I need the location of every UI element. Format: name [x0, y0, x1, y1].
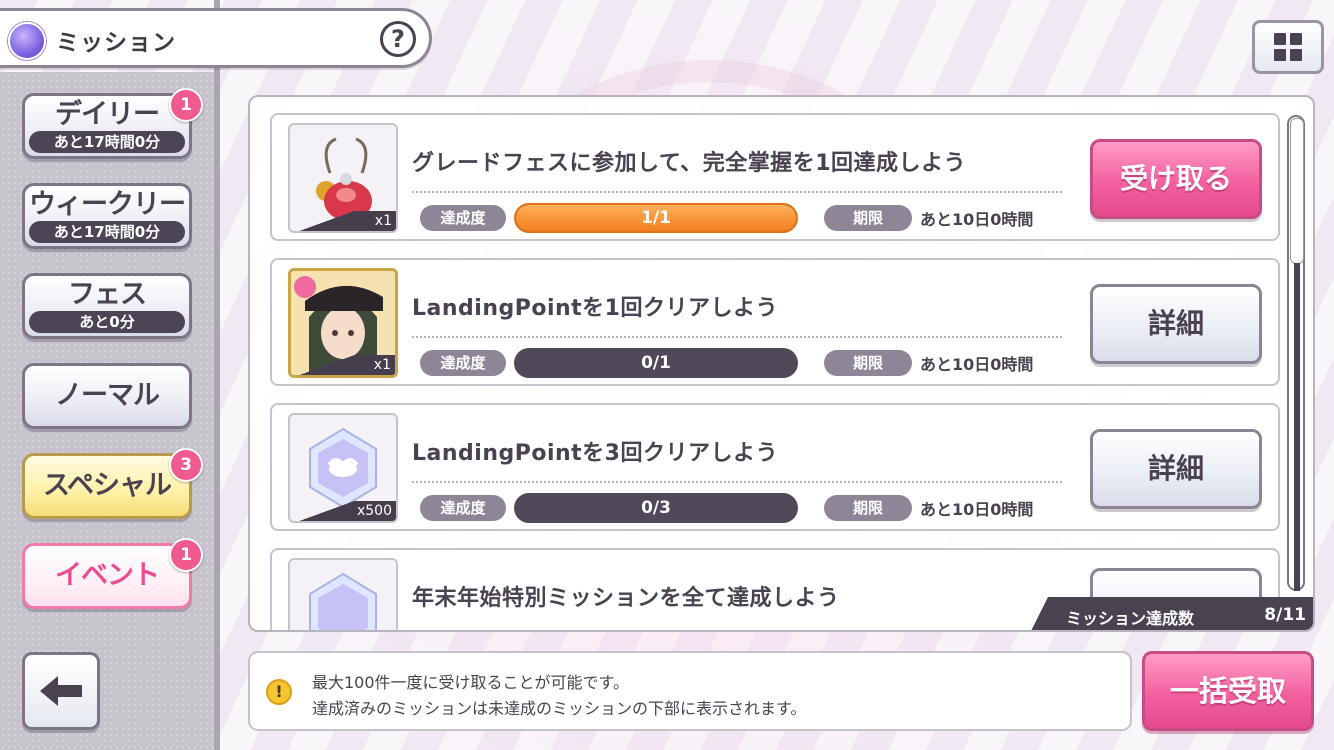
reward-thumbnail: x1 — [288, 123, 398, 233]
tab-normal-label: ノーマル — [55, 380, 160, 411]
tab-fes-label: フェス — [68, 279, 147, 310]
deadline-value: あと10日0時間 — [920, 210, 1034, 229]
info-line-2: 達成済みのミッションは未達成のミッションの下部に表示されます。 — [312, 699, 807, 718]
tab-weekly-label: ウィークリー — [29, 189, 186, 220]
crystal-gem-icon — [309, 572, 377, 630]
progress-label: 達成度 — [420, 350, 506, 376]
tab-special[interactable]: スペシャル 3 — [22, 448, 203, 519]
scrollbar-track — [1294, 263, 1300, 591]
divider — [412, 191, 1062, 193]
tab-weekly-time: あと17時間0分 — [29, 221, 185, 243]
progress-text: 0/1 — [641, 353, 671, 373]
tab-event-badge: 1 — [169, 538, 203, 572]
progress-text: 1/1 — [641, 208, 671, 228]
mission-title: 年末年始特別ミッションを全て達成しよう — [412, 586, 840, 611]
completion-counter: ミッション達成数 8/11 — [1030, 597, 1313, 630]
mission-card: x1 グレードフェスに参加して、完全掌握を1回達成しよう 達成度 1/1 期限 … — [270, 113, 1280, 241]
tab-daily-time: あと17時間0分 — [29, 131, 185, 153]
deadline-label: 期限 — [824, 495, 912, 521]
details-button[interactable]: 詳細 — [1090, 429, 1262, 509]
progress-text: 0/3 — [641, 498, 671, 518]
mission-title: LandingPointを3回クリアしよう — [412, 441, 778, 466]
sidebar-edge — [214, 0, 220, 750]
warning-icon: ! — [266, 679, 292, 705]
mission-card: x1 LandingPointを1回クリアしよう 達成度 0/1 期限 あと10… — [270, 258, 1280, 386]
deadline-label: 期限 — [824, 205, 912, 231]
back-button[interactable] — [22, 652, 100, 730]
info-line-1: 最大100件一度に受け取ることが可能です。 — [312, 673, 629, 692]
progress-bar: 1/1 — [514, 203, 798, 233]
mission-card: x500 LandingPointを3回クリアしよう 達成度 0/3 期限 あと… — [270, 403, 1280, 531]
tab-special-label: スペシャル — [42, 470, 172, 501]
progress-bar: 0/3 — [514, 493, 798, 523]
tab-daily-badge: 1 — [169, 88, 203, 122]
receive-button[interactable]: 受け取る — [1090, 139, 1262, 219]
progress-label: 達成度 — [420, 205, 506, 231]
progress-bar: 0/1 — [514, 348, 798, 378]
page-title: ミッション — [56, 30, 176, 56]
mission-icon — [8, 22, 46, 60]
bulk-receive-button[interactable]: 一括受取 — [1142, 651, 1314, 731]
deadline-label: 期限 — [824, 350, 912, 376]
tab-special-badge: 3 — [169, 448, 203, 482]
tab-daily-label: デイリー — [55, 99, 160, 130]
tab-fes-time: あと0分 — [29, 311, 185, 333]
divider — [412, 336, 1062, 338]
info-box: ! 最大100件一度に受け取ることが可能です。 達成済みのミッションは未達成のミ… — [248, 651, 1132, 731]
reward-thumbnail: x1 — [288, 268, 398, 378]
divider — [412, 481, 1062, 483]
deadline-value: あと10日0時間 — [920, 500, 1034, 519]
reward-thumbnail — [288, 558, 398, 630]
mission-title: グレードフェスに参加して、完全掌握を1回達成しよう — [412, 151, 967, 176]
page-header: ミッション ? — [0, 8, 432, 68]
tab-fes[interactable]: フェス あと0分 — [22, 273, 192, 339]
completion-counter-label: ミッション達成数 — [1066, 609, 1195, 628]
mission-title: LandingPointを1回クリアしよう — [412, 296, 778, 321]
details-button[interactable]: 詳細 — [1090, 284, 1262, 364]
grid-menu-icon — [1274, 33, 1302, 61]
deadline-value: あと10日0時間 — [920, 355, 1034, 374]
mission-list-panel: x1 グレードフェスに参加して、完全掌握を1回達成しよう 達成度 1/1 期限 … — [248, 95, 1315, 632]
tab-normal[interactable]: ノーマル — [22, 363, 192, 429]
help-button[interactable]: ? — [380, 21, 416, 57]
tab-event[interactable]: イベント 1 — [22, 538, 203, 609]
reward-count: x1 — [356, 211, 396, 231]
reward-count: x500 — [338, 501, 396, 521]
back-arrow-icon — [40, 676, 82, 706]
tab-weekly[interactable]: ウィークリー あと17時間0分 — [22, 183, 192, 249]
tab-event-label: イベント — [55, 560, 160, 591]
reward-thumbnail: x500 — [288, 413, 398, 523]
completion-counter-value: 8/11 — [1264, 605, 1306, 625]
progress-label: 達成度 — [420, 495, 506, 521]
tab-daily[interactable]: デイリー あと17時間0分 1 — [22, 88, 203, 159]
scrollbar-thumb[interactable] — [1290, 118, 1304, 264]
menu-button[interactable] — [1252, 20, 1324, 74]
reward-count: x1 — [355, 355, 395, 375]
